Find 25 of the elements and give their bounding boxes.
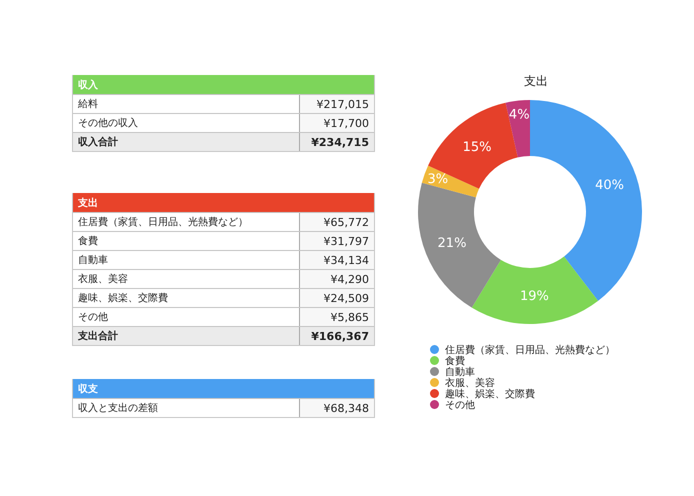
slice-label: 21% [438, 236, 466, 252]
slice-label: 3% [427, 172, 448, 187]
slice-label: 19% [520, 288, 549, 304]
table-header: 支出 [73, 193, 374, 212]
table-cell: ¥31,797 [300, 232, 374, 250]
legend-label: その他 [445, 398, 475, 412]
table-cell: ¥4,290 [300, 270, 374, 288]
table-cell: ¥68,348 [300, 399, 374, 417]
table-cell: ¥34,134 [300, 251, 374, 269]
table-cell: ¥65,772 [300, 213, 374, 231]
legend-label: 住居費（家賃、日用品、光熱費など） [445, 344, 615, 356]
table-header: 収入 [73, 75, 374, 94]
legend-label: 食費 [445, 354, 465, 366]
table-cell: ¥17,700 [300, 114, 374, 132]
chart-title: 支出 [524, 73, 548, 90]
slice-label: 40% [595, 178, 624, 194]
legend-label: 自動車 [445, 365, 475, 378]
legend-label: 趣味、娯楽、交際費 [445, 388, 535, 400]
table-cell: ¥217,015 [300, 95, 374, 113]
table-cell: ¥5,865 [300, 308, 374, 326]
table-header: 収支 [73, 379, 374, 398]
table-cell: ¥24,509 [300, 289, 374, 307]
slice-label: 15% [462, 140, 492, 155]
legend-label: 衣服、美容 [445, 376, 495, 388]
slice-label: 4% [508, 108, 530, 123]
